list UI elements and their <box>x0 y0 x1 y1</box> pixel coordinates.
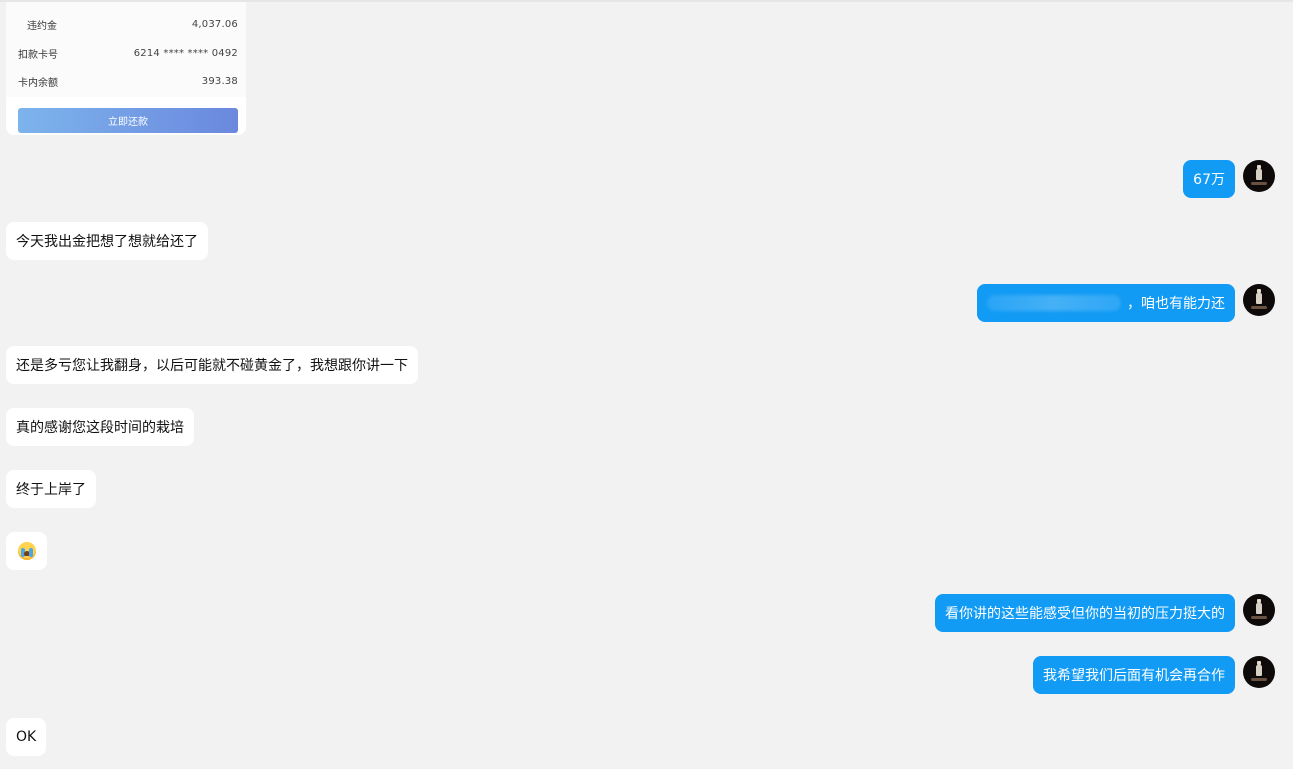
card-balance-label: 卡内余额 <box>18 77 58 89</box>
debit-card-label: 扣款卡号 <box>18 49 58 61</box>
avatar-base-shape <box>1251 182 1267 185</box>
debit-card-row: 扣款卡号 6214 **** **** 0492 <box>6 43 246 63</box>
message-bubble-incoming[interactable]: 还是多亏您让我翻身，以后可能就不碰黄金了，我想跟你讲一下 <box>6 346 418 384</box>
penalty-row: 违约金 4,037.06 <box>6 14 246 34</box>
message-bubble-outgoing[interactable]: ，咱也有能力还 <box>977 284 1235 322</box>
message-bubble-incoming[interactable]: 终于上岸了 <box>6 470 96 508</box>
message-text: 看你讲的这些能感受但你的当初的压力挺大的 <box>945 606 1225 622</box>
card-balance-value: 393.38 <box>201 75 238 87</box>
user-avatar[interactable] <box>1243 284 1275 316</box>
redacted-text-blur <box>987 295 1121 311</box>
message-text: ，咱也有能力还 <box>1127 296 1225 312</box>
message-bubble-incoming[interactable] <box>6 532 47 570</box>
emoji-mouth-shape <box>23 551 30 556</box>
avatar-figure-icon <box>1256 289 1262 304</box>
message-bubble-incoming[interactable]: 真的感谢您这段时间的栽培 <box>6 408 194 446</box>
message-text: 我希望我们后面有机会再合作 <box>1043 668 1225 684</box>
avatar-base-shape <box>1251 616 1267 619</box>
debit-card-value: 6214 **** **** 0492 <box>133 47 238 59</box>
user-avatar[interactable] <box>1243 160 1275 192</box>
message-text: 还是多亏您让我翻身，以后可能就不碰黄金了，我想跟你讲一下 <box>16 358 408 374</box>
message-text: 67万 <box>1193 172 1225 188</box>
loan-repayment-card: 违约金 4,037.06 扣款卡号 6214 **** **** 0492 卡内… <box>6 2 246 135</box>
crying-face-emoji-icon <box>17 542 36 560</box>
card-balance-row: 卡内余额 393.38 <box>6 71 246 91</box>
user-avatar[interactable] <box>1243 594 1275 626</box>
user-avatar[interactable] <box>1243 656 1275 688</box>
message-text: 终于上岸了 <box>16 482 86 498</box>
message-bubble-incoming[interactable]: 今天我出金把想了想就给还了 <box>6 222 208 260</box>
avatar-figure-icon <box>1256 661 1262 676</box>
avatar-figure-icon <box>1256 165 1262 180</box>
message-text: OK <box>16 729 37 745</box>
repay-now-button[interactable]: 立即还款 <box>18 108 238 133</box>
penalty-label: 违约金 <box>27 20 57 32</box>
message-text: 真的感谢您这段时间的栽培 <box>16 420 184 436</box>
card-details: 违约金 4,037.06 扣款卡号 6214 **** **** 0492 卡内… <box>6 2 246 97</box>
avatar-base-shape <box>1251 306 1267 309</box>
avatar-figure-icon <box>1256 599 1262 614</box>
message-text: 今天我出金把想了想就给还了 <box>16 234 198 250</box>
message-bubble-incoming[interactable]: OK <box>6 718 47 756</box>
penalty-value: 4,037.06 <box>191 18 238 30</box>
message-bubble-outgoing[interactable]: 67万 <box>1183 160 1235 198</box>
message-bubble-outgoing[interactable]: 我希望我们后面有机会再合作 <box>1033 656 1235 694</box>
avatar-base-shape <box>1251 678 1267 681</box>
message-bubble-outgoing[interactable]: 看你讲的这些能感受但你的当初的压力挺大的 <box>935 594 1235 632</box>
